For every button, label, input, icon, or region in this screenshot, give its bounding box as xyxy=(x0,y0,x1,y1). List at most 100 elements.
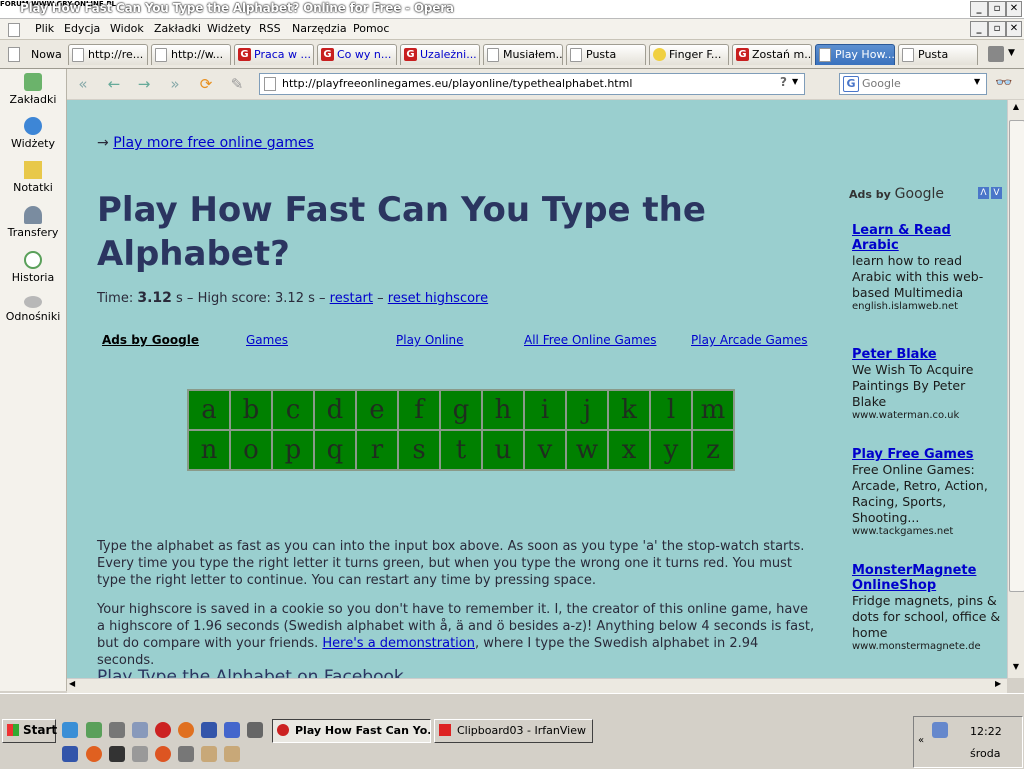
scroll-left-icon[interactable]: ◀ xyxy=(69,679,75,688)
menu-tools[interactable]: Narzędzia xyxy=(292,22,347,35)
maximize-button[interactable]: ▫ xyxy=(988,1,1006,17)
ad-url[interactable]: www.waterman.co.uk xyxy=(852,410,1002,421)
ads-by-google-label[interactable]: Ads by Google xyxy=(102,333,199,347)
close-button[interactable]: ✕ xyxy=(1006,1,1022,17)
glasses-icon[interactable]: 👓 xyxy=(995,75,1012,91)
app-icon[interactable] xyxy=(155,746,171,762)
next-ads-icon[interactable]: V xyxy=(991,187,1002,199)
doc-minimize-button[interactable]: _ xyxy=(970,21,988,37)
menu-view[interactable]: Widok xyxy=(110,22,144,35)
ad-link-arcade[interactable]: Play Arcade Games xyxy=(691,333,807,347)
tab-8[interactable]: Finger F... xyxy=(649,44,729,65)
fast-forward-icon[interactable]: » xyxy=(165,75,185,93)
ad-link-all-free[interactable]: All Free Online Games xyxy=(524,333,656,347)
taskbar-item-irfanview[interactable]: Clipboard03 - IrfanView xyxy=(434,719,593,743)
tab-9[interactable]: G Zostań m... xyxy=(732,44,812,65)
app-icon[interactable] xyxy=(178,746,194,762)
prev-ads-icon[interactable]: Λ xyxy=(978,187,989,199)
menu-rss[interactable]: RSS xyxy=(259,22,281,35)
firefox-icon[interactable] xyxy=(178,722,194,738)
tab-5[interactable]: G Uzależni... xyxy=(400,44,480,65)
panel-transfers[interactable]: Transfery xyxy=(0,206,66,239)
app-icon[interactable] xyxy=(132,722,148,738)
ad-title-link[interactable]: MonsterMagnete OnlineShop xyxy=(852,563,1002,593)
reset-highscore-link[interactable]: reset highscore xyxy=(388,291,488,306)
opera-icon[interactable] xyxy=(155,722,171,738)
tab-2[interactable]: http://w... xyxy=(151,44,231,65)
ad-url[interactable]: www.tackgames.net xyxy=(852,526,1002,537)
network-icon[interactable] xyxy=(932,722,948,738)
rewind-icon[interactable]: « xyxy=(73,75,93,93)
menu-widgets[interactable]: Widżety xyxy=(207,22,251,35)
taskbar-item-opera[interactable]: Play How Fast Can Yo... xyxy=(272,719,431,743)
app-icon[interactable] xyxy=(86,746,102,762)
ad-title-link[interactable]: Play Free Games xyxy=(852,447,1002,462)
ad-link-play-online[interactable]: Play Online xyxy=(396,333,464,347)
taskbar-item-label: Play How Fast Can Yo... xyxy=(295,724,431,737)
start-button[interactable]: Start xyxy=(2,719,57,743)
tab-3[interactable]: G Praca w ... xyxy=(234,44,314,65)
search-box[interactable]: G Google ▼ xyxy=(839,73,987,95)
new-tab-button[interactable]: Nowa xyxy=(6,46,62,64)
tab-4[interactable]: G Co wy n... xyxy=(317,44,397,65)
scroll-down-icon[interactable]: ▼ xyxy=(1010,662,1022,674)
panel-links[interactable]: Odnośniki xyxy=(0,296,66,323)
scroll-right-icon[interactable]: ▶ xyxy=(995,679,1001,688)
doc-close-button[interactable]: ✕ xyxy=(1006,21,1022,37)
tab-6[interactable]: Musiałem... xyxy=(483,44,563,65)
forward-icon[interactable]: → xyxy=(134,75,154,93)
ad-url[interactable]: www.monstermagnete.de xyxy=(852,641,1002,652)
panel-widgets[interactable]: Widżety xyxy=(0,117,66,150)
ad-title-link[interactable]: Peter Blake xyxy=(852,347,1002,362)
quicklaunch-icon[interactable] xyxy=(62,722,78,738)
app-icon[interactable] xyxy=(62,746,78,762)
menu-file[interactable]: Plik xyxy=(35,22,54,35)
app-icon[interactable] xyxy=(201,746,217,762)
minimize-button[interactable]: _ xyxy=(970,1,988,17)
tab-1[interactable]: http://re... xyxy=(68,44,148,65)
ad-text: learn how to read Arabic with this web-b… xyxy=(852,253,984,300)
vertical-scrollbar[interactable]: ▲ ▼ xyxy=(1007,100,1024,678)
chevron-down-icon[interactable]: ▼ xyxy=(1008,48,1015,58)
app-icon[interactable] xyxy=(247,722,263,738)
ad-link-games[interactable]: Games xyxy=(246,333,288,347)
demonstration-link[interactable]: Here's a demonstration xyxy=(322,636,475,651)
doc-restore-button[interactable]: ▫ xyxy=(988,21,1006,37)
panel-notes[interactable]: Notatki xyxy=(0,161,66,194)
scroll-up-icon[interactable]: ▲ xyxy=(1010,102,1022,114)
tab-11[interactable]: Pusta xyxy=(898,44,978,65)
tab-10-active[interactable]: Play How... xyxy=(815,44,895,65)
clock-time[interactable]: 12:22 xyxy=(970,725,1002,738)
chevron-down-icon[interactable]: ▼ xyxy=(792,77,798,86)
app-icon[interactable] xyxy=(132,746,148,762)
menu-edit[interactable]: Edycja xyxy=(64,22,100,35)
tab-7[interactable]: Pusta xyxy=(566,44,646,65)
letter-cell: u xyxy=(483,431,523,469)
restart-link[interactable]: restart xyxy=(330,291,373,306)
app-icon[interactable] xyxy=(201,722,217,738)
app-icon[interactable] xyxy=(109,722,125,738)
back-icon[interactable]: ← xyxy=(104,75,124,93)
horizontal-scrollbar[interactable]: ◀ ▶ xyxy=(67,678,1007,693)
ad-title-link[interactable]: Learn & Read Arabic xyxy=(852,223,1002,253)
ad-url[interactable]: english.islamweb.net xyxy=(852,301,1002,312)
app-icon[interactable] xyxy=(109,746,125,762)
app-icon[interactable] xyxy=(224,746,240,762)
menu-bookmarks[interactable]: Zakładki xyxy=(154,22,201,35)
letter-cell: r xyxy=(357,431,397,469)
reload-icon[interactable]: ⟳ xyxy=(196,75,216,93)
chevron-down-icon[interactable]: ▼ xyxy=(974,77,980,86)
more-games-link[interactable]: Play more free online games xyxy=(113,135,314,151)
menu-help[interactable]: Pomoc xyxy=(353,22,389,35)
app-icon[interactable] xyxy=(224,722,240,738)
edit-icon[interactable]: ✎ xyxy=(227,75,247,93)
help-icon[interactable]: ? xyxy=(780,75,787,89)
scrollbar-thumb[interactable] xyxy=(1009,120,1024,592)
calculator-icon[interactable] xyxy=(86,722,102,738)
trash-icon[interactable] xyxy=(988,46,1004,62)
address-bar[interactable]: http://playfreeonlinegames.eu/playonline… xyxy=(259,73,805,95)
panel-bookmarks[interactable]: Zakładki xyxy=(0,73,66,106)
ad-text: Free Online Games: Arcade, Retro, Action… xyxy=(852,462,988,525)
panel-history[interactable]: Historia xyxy=(0,251,66,284)
chevron-left-icon[interactable]: « xyxy=(918,735,924,746)
